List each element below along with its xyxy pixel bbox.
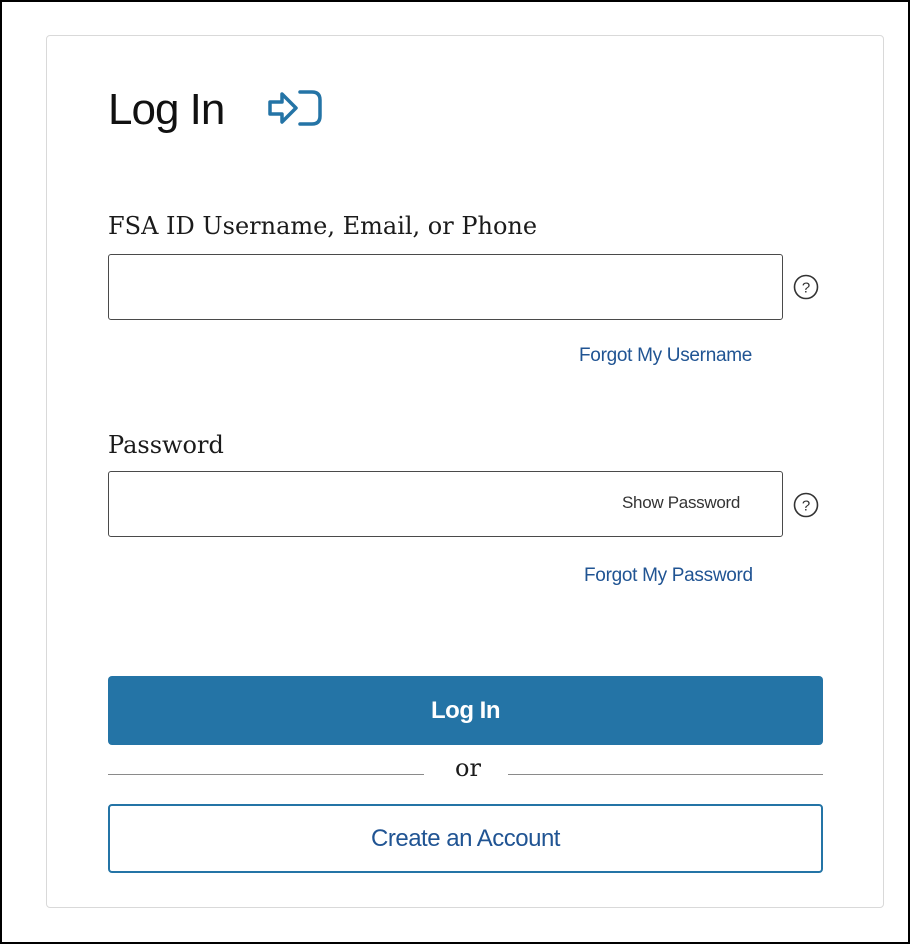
login-button[interactable]: Log In xyxy=(108,676,823,745)
login-arrow-icon xyxy=(268,90,322,126)
username-label: FSA ID Username, Email, or Phone xyxy=(108,212,538,240)
create-account-button[interactable]: Create an Account xyxy=(108,804,823,873)
page-title: Log In xyxy=(108,85,225,134)
divider-left xyxy=(108,774,424,775)
forgot-password-link[interactable]: Forgot My Password xyxy=(584,565,753,587)
username-field-box[interactable] xyxy=(108,254,783,320)
divider-right xyxy=(508,774,823,775)
username-help-icon[interactable]: ? xyxy=(792,273,820,301)
divider-or-text: or xyxy=(455,754,481,782)
svg-text:?: ? xyxy=(802,280,810,297)
forgot-username-link[interactable]: Forgot My Username xyxy=(579,345,752,367)
password-label: Password xyxy=(108,431,224,459)
show-password-toggle[interactable]: Show Password xyxy=(622,493,740,513)
password-input[interactable] xyxy=(121,472,665,534)
username-input[interactable] xyxy=(121,255,665,317)
svg-text:?: ? xyxy=(802,498,810,515)
password-help-icon[interactable]: ? xyxy=(792,491,820,519)
password-field-box[interactable]: Show Password xyxy=(108,471,783,537)
